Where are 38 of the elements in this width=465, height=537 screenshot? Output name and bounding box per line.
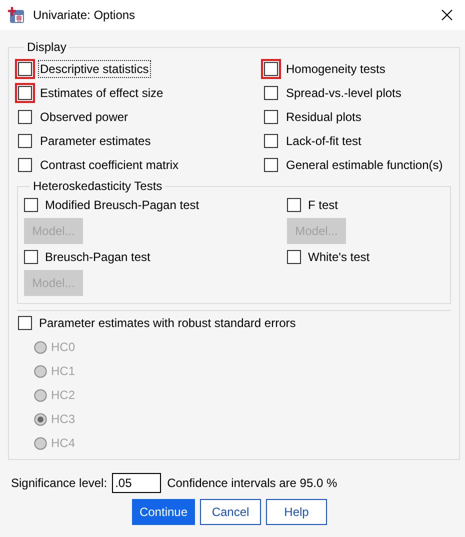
significance-field[interactable]: .05 — [112, 473, 162, 493]
checkbox-label[interactable]: Parameter estimates — [38, 132, 153, 150]
checkbox-label[interactable]: Residual plots — [284, 108, 364, 126]
checkbox[interactable] — [287, 250, 301, 264]
confidence-text: Confidence intervals are 95.0 % — [167, 476, 338, 490]
checkbox[interactable] — [18, 110, 32, 124]
window-title: Univariate: Options — [33, 8, 136, 22]
checkbox-label[interactable]: White's test — [306, 248, 372, 266]
checkbox[interactable] — [264, 134, 278, 148]
checkbox-label[interactable]: Contrast coefficient matrix — [38, 156, 180, 174]
checkbox[interactable] — [18, 134, 32, 148]
group-title: Heteroskedasticity Tests — [32, 179, 164, 193]
checkbox[interactable] — [24, 250, 38, 264]
close-icon[interactable] — [441, 9, 453, 21]
checkbox[interactable] — [264, 110, 278, 124]
checkbox[interactable] — [264, 86, 278, 100]
app-icon — [7, 6, 25, 24]
checkbox-label[interactable]: Parameter estimates with robust standard errors — [37, 314, 298, 332]
checkbox-label[interactable]: F test — [306, 196, 340, 214]
checkbox[interactable] — [18, 158, 32, 172]
checkbox-label[interactable]: Breusch-Pagan test — [43, 248, 152, 266]
checkbox[interactable] — [264, 158, 278, 172]
checkbox-label[interactable]: Modified Breusch-Pagan test — [43, 196, 202, 214]
dialog-button[interactable]: Help — [266, 499, 327, 525]
checkbox-label[interactable]: Estimates of effect size — [38, 84, 166, 102]
dialog-button[interactable]: Cancel — [200, 499, 261, 525]
checkbox[interactable] — [287, 198, 301, 212]
checkbox-label[interactable]: Lack-of-fit test — [284, 132, 364, 150]
checkbox-label[interactable]: Spread-vs.-level plots — [284, 84, 404, 102]
continue-button[interactable]: Continue — [132, 499, 195, 525]
field-label: Significance level: — [11, 476, 108, 490]
checkbox-label[interactable]: Descriptive statistics — [38, 60, 151, 78]
checkbox[interactable] — [18, 316, 32, 330]
group-title: Display — [26, 40, 68, 54]
checkbox-label[interactable]: Observed power — [38, 108, 130, 126]
checkbox-label[interactable]: Homogeneity tests — [284, 60, 388, 78]
checkbox-label[interactable]: General estimable function(s) — [284, 156, 445, 174]
checkbox[interactable] — [24, 198, 38, 212]
